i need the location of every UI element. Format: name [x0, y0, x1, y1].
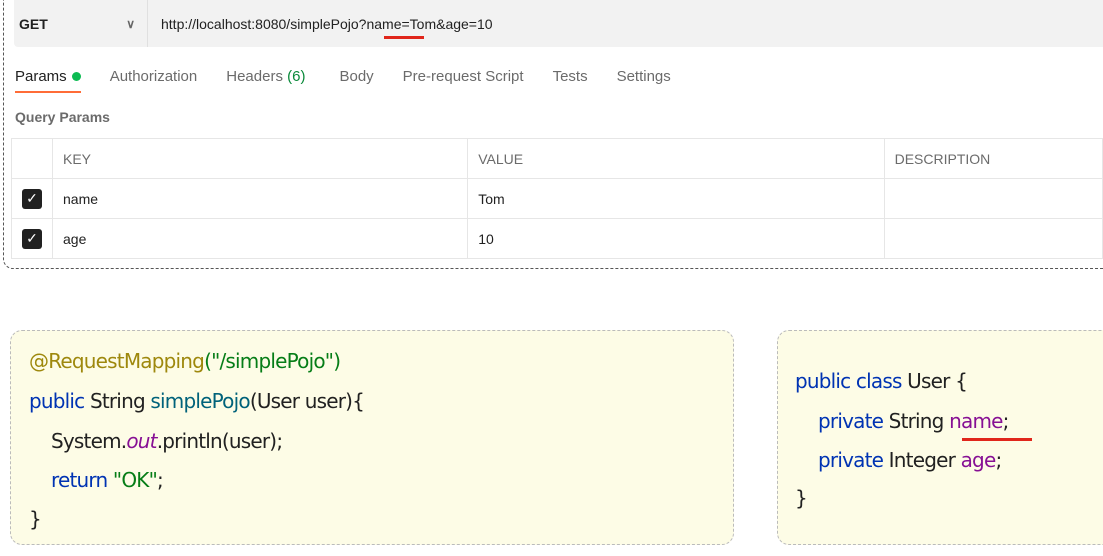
description-cell[interactable]	[883, 218, 1103, 259]
table-header: KEY VALUE DESCRIPTION	[11, 138, 1103, 179]
key-cell[interactable]: age	[51, 218, 469, 259]
controller-code-box: @RequestMapping("/simplePojo") public St…	[10, 330, 734, 545]
value-cell[interactable]: Tom	[467, 178, 885, 219]
table-row: ✓ age 10	[11, 218, 1103, 259]
url-text: http://localhost:8080/simplePojo?name=To…	[161, 15, 493, 32]
user-class-code-box: public class User { private String name;…	[777, 330, 1103, 545]
chevron-down-icon: ∨	[126, 16, 135, 31]
annotation-underline	[962, 438, 1032, 441]
tab-headers[interactable]: Headers (6)	[226, 68, 305, 93]
value-cell[interactable]: 10	[467, 218, 885, 259]
description-cell[interactable]	[883, 178, 1103, 219]
params-table: KEY VALUE DESCRIPTION ✓ name Tom ✓ age 1…	[11, 138, 1103, 259]
tab-authorization[interactable]: Authorization	[110, 68, 198, 93]
annotation-underline	[384, 35, 424, 39]
tab-tests[interactable]: Tests	[553, 68, 588, 93]
request-tabs: Params Authorization Headers (6) Body Pr…	[15, 68, 700, 93]
query-params-title: Query Params	[15, 109, 110, 125]
tab-settings[interactable]: Settings	[617, 68, 671, 93]
tab-params[interactable]: Params	[15, 68, 81, 93]
col-key: KEY	[51, 138, 469, 179]
key-cell[interactable]: name	[51, 178, 469, 219]
url-input[interactable]: http://localhost:8080/simplePojo?name=To…	[148, 15, 493, 39]
active-dot-icon	[71, 72, 81, 81]
url-bar: GET ∨ http://localhost:8080/simplePojo?na…	[14, 0, 1103, 47]
tab-pre-request-script[interactable]: Pre-request Script	[403, 68, 524, 93]
col-value: VALUE	[467, 138, 885, 179]
method-select[interactable]: GET ∨	[14, 0, 148, 47]
col-description: DESCRIPTION	[883, 138, 1103, 179]
table-row: ✓ name Tom	[11, 178, 1103, 219]
checkbox[interactable]: ✓	[22, 228, 42, 249]
checkbox[interactable]: ✓	[22, 188, 42, 209]
method-label: GET	[19, 15, 48, 32]
tab-body[interactable]: Body	[339, 68, 373, 93]
